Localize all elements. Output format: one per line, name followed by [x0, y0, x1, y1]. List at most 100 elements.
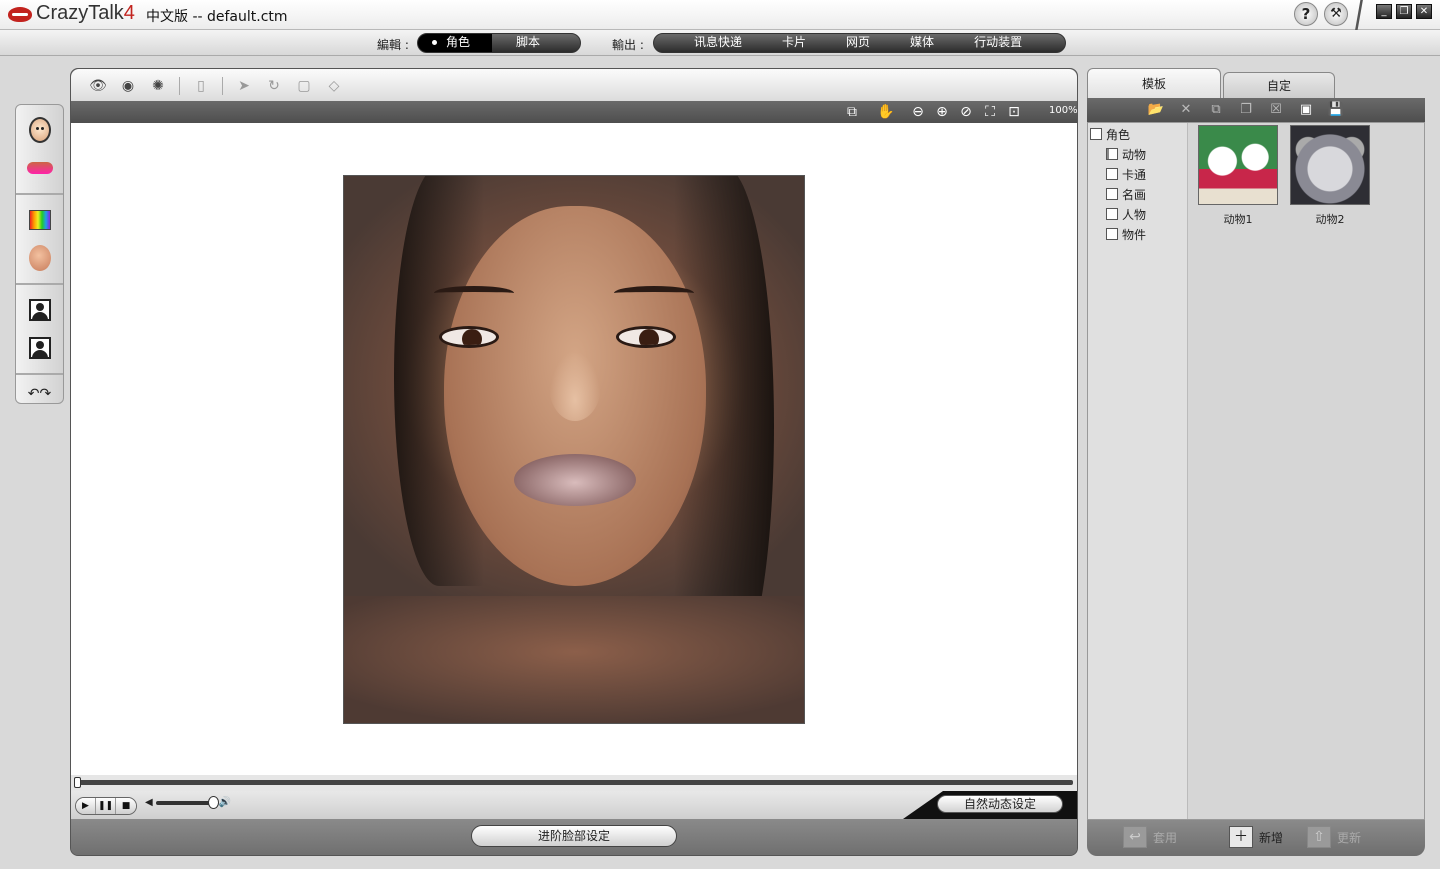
background-button[interactable]	[23, 331, 57, 365]
remove-icon[interactable]: ☒	[1267, 101, 1285, 119]
advanced-face-settings-button[interactable]: 进阶脸部设定	[471, 825, 677, 847]
apply-label: 套用	[1153, 830, 1178, 845]
brand-name: CrazyTalk	[36, 2, 124, 24]
tree-root[interactable]: 角色	[1090, 125, 1130, 143]
paste-icon[interactable]: ❐	[1237, 101, 1255, 119]
tab-card[interactable]: 卡片	[762, 34, 826, 52]
delete-icon[interactable]: ✕	[1177, 101, 1195, 119]
brand-version: 4	[123, 2, 135, 24]
rotate-icon[interactable]: ↻	[263, 78, 285, 94]
save-icon[interactable]: 💾	[1327, 101, 1345, 119]
mouth-button[interactable]	[23, 151, 57, 185]
volume-slider[interactable]	[155, 795, 219, 809]
tree-item-people[interactable]: 人物	[1106, 205, 1146, 223]
category-tree: 角色 动物 卡通 名画 人物 物件	[1088, 123, 1188, 819]
auto-motion-button[interactable]: 自然动态设定	[937, 795, 1063, 813]
color-adjust-button[interactable]	[23, 203, 57, 237]
eye-lashes-icon[interactable]: ✺	[147, 78, 169, 94]
help-button[interactable]: ?	[1294, 2, 1318, 26]
mode-bar: 編輯 : 角色 脚本 輸出 : 讯息快递 卡片 网页 媒体 行动装置	[0, 30, 1440, 56]
timeline-scrubber[interactable]	[71, 775, 1077, 791]
add-button[interactable]: ＋ 新增	[1229, 826, 1283, 848]
add-file-icon: ＋	[1229, 826, 1253, 848]
thumbnail-label: 动物1	[1223, 213, 1253, 226]
output-label: 輸出 :	[612, 38, 644, 52]
tab-custom[interactable]: 自定	[1223, 72, 1335, 98]
view-mode-icon[interactable]: ▣	[1297, 101, 1315, 119]
tree-folder-icon	[1106, 208, 1118, 220]
left-toolbox: ↶ ↷	[15, 104, 64, 404]
stop-button[interactable]: ■	[116, 798, 136, 814]
library-body: 角色 动物 卡通 名画 人物 物件 动物1 动物2	[1087, 122, 1425, 820]
face-icon	[28, 117, 51, 143]
tree-item-cartoon[interactable]: 卡通	[1106, 165, 1146, 183]
page-icon[interactable]: ▯	[190, 78, 212, 94]
lips-icon[interactable]: ◇	[323, 78, 345, 94]
tab-character[interactable]: 角色	[418, 34, 492, 52]
face-fitting-button[interactable]	[23, 113, 57, 147]
tree-folder-icon	[1106, 148, 1118, 160]
open-folder-icon[interactable]: 📂	[1147, 101, 1165, 119]
swap-view-icon[interactable]: ⧉	[843, 103, 861, 121]
library-tabs: 模板 自定	[1087, 68, 1425, 98]
tab-script[interactable]: 脚本	[492, 34, 580, 52]
reset-zoom-icon[interactable]: ⊘	[957, 103, 975, 121]
color-tools-group	[16, 195, 63, 285]
tab-im[interactable]: 讯息快递	[674, 34, 762, 52]
preview-canvas[interactable]	[71, 123, 1077, 775]
restore-button[interactable]: ❐	[1396, 4, 1412, 19]
redo-icon: ↷	[39, 386, 52, 402]
play-button[interactable]: ▶	[76, 798, 96, 814]
pointer-icon[interactable]: ➤	[233, 78, 255, 94]
tree-item-label: 物件	[1122, 227, 1147, 242]
tree-item-painting[interactable]: 名画	[1106, 185, 1146, 203]
zoom-out-icon[interactable]: ⊖	[909, 103, 927, 121]
app-brand: CrazyTalk4	[36, 2, 135, 25]
koala-thumbnail-image	[1290, 125, 1370, 205]
tree-item-label: 动物	[1122, 147, 1147, 162]
tree-folder-icon	[1106, 228, 1118, 240]
actual-size-icon[interactable]: ⊡	[1005, 103, 1023, 121]
tab-media[interactable]: 媒体	[890, 34, 954, 52]
face-orientation-button[interactable]	[23, 241, 57, 275]
edit-mode-tabs: 角色 脚本	[417, 33, 581, 53]
volume-knob[interactable]	[207, 795, 219, 809]
tab-template[interactable]: 模板	[1087, 68, 1221, 98]
thumbnail-animal1[interactable]: 动物1	[1198, 125, 1278, 227]
tree-item-label: 人物	[1122, 207, 1147, 222]
minimize-button[interactable]: _	[1376, 4, 1392, 19]
mouth-icon	[26, 162, 53, 174]
copy-icon[interactable]: ⧉	[1207, 101, 1225, 119]
dalmatian-thumbnail-image	[1198, 125, 1278, 205]
zoom-in-icon[interactable]: ⊕	[933, 103, 951, 121]
undo-icon: ↶	[27, 386, 40, 402]
undo-redo-button[interactable]: ↶ ↷	[23, 383, 57, 405]
timeline-knob[interactable]	[74, 777, 81, 788]
fit-view-icon[interactable]: ⛶	[981, 103, 999, 121]
tab-mobile[interactable]: 行动装置	[954, 34, 1042, 52]
tree-item-object[interactable]: 物件	[1106, 225, 1146, 243]
volume-low-icon: ◀	[145, 797, 153, 808]
apply-button[interactable]: ↩ 套用	[1123, 826, 1177, 848]
tab-web[interactable]: 网页	[826, 34, 890, 52]
close-button[interactable]: ✕	[1416, 4, 1432, 19]
person-brush-icon	[28, 299, 51, 321]
tree-item-animal[interactable]: 动物	[1106, 145, 1146, 163]
portrait-neck	[344, 596, 804, 723]
background-mask-button[interactable]	[23, 293, 57, 327]
timeline-track[interactable]	[77, 780, 1073, 785]
update-button[interactable]: ⇧ 更新	[1307, 826, 1361, 848]
wand-icon[interactable]: ⚒	[1324, 2, 1348, 26]
hand-pan-icon[interactable]: ✋	[877, 103, 895, 121]
undo-group: ↶ ↷	[16, 375, 63, 413]
volume-control: ◀ 🔊	[145, 795, 231, 809]
eye-outline-icon[interactable]: ◉	[117, 78, 139, 94]
tree-expander[interactable]	[1090, 128, 1102, 140]
tree-item-label: 卡通	[1122, 167, 1147, 182]
face-tools-group	[16, 105, 63, 195]
square-icon[interactable]: ▢	[293, 78, 315, 94]
pause-button[interactable]: ❚❚	[96, 798, 116, 814]
edit-label: 編輯 :	[377, 38, 409, 52]
eye-icon[interactable]: 👁	[87, 78, 109, 94]
thumbnail-animal2[interactable]: 动物2	[1290, 125, 1370, 227]
